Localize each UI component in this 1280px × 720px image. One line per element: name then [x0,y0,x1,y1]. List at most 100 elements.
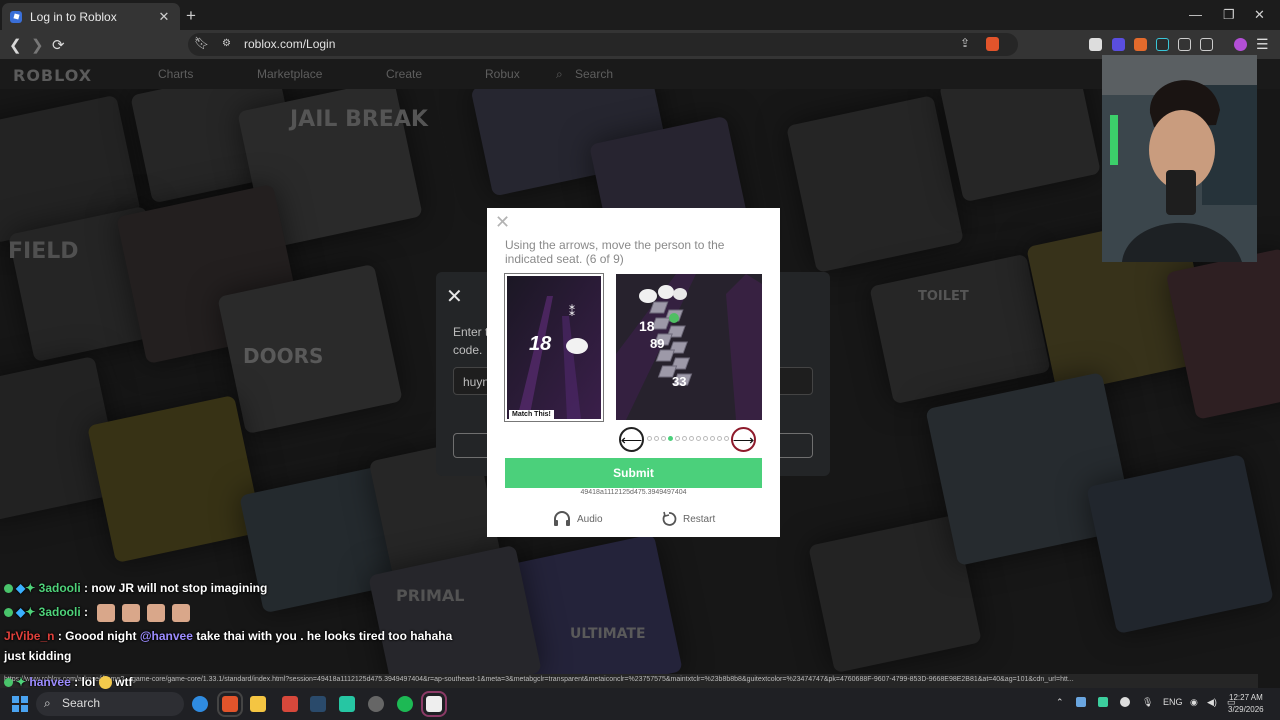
headphones-icon [554,511,570,526]
sparkle-badge-icon: ✦ [25,581,36,595]
chat-username[interactable]: 3adooli [39,605,81,619]
app-icon[interactable] [282,696,298,712]
chat-username[interactable]: 3adooli [39,581,81,595]
profile-icon[interactable] [1234,38,1247,51]
restore-button[interactable]: ❐ [1223,7,1235,23]
restart-icon [662,511,677,526]
restart-button[interactable]: Restart [661,511,715,527]
extension-icon[interactable] [1156,38,1169,51]
emote-icon [122,603,141,622]
chat-message: ✦ hanvee : lol wtf [4,670,132,694]
chat-username[interactable]: JrVibe_n [4,629,54,643]
game-tile [1165,248,1280,420]
taskbar-search[interactable]: ⌕ Search [36,692,184,716]
chat-text: just kidding [4,649,72,663]
edge-icon[interactable] [192,696,208,712]
roblox-icon[interactable] [421,691,447,717]
submit-button[interactable]: Submit [505,458,762,488]
left-arrow-button[interactable]: ⟵ [619,427,644,452]
roblox-logo[interactable]: ROBLOX [13,66,92,85]
url-text[interactable]: roblox.com/Login [244,37,335,51]
extension-icon[interactable] [1112,38,1125,51]
login-instruction-text: code. [453,343,483,357]
wifi-icon[interactable]: ◉ [1190,697,1198,708]
back-icon[interactable]: ❮ [9,36,22,54]
forward-icon[interactable]: ❯ [31,36,44,54]
tray-app-icon[interactable] [1120,697,1130,707]
extensions-puzzle-icon[interactable] [1178,38,1191,51]
chat-username[interactable]: hanvee [29,675,70,689]
clock-time[interactable]: 12:27 AM [1229,693,1263,702]
game-tile [87,394,263,564]
tab-close-button[interactable]: ✕ [156,9,172,25]
microphone-icon[interactable]: 🎙︎ [1142,697,1153,708]
steam-icon[interactable] [310,696,326,712]
browser-tab[interactable]: Log in to Roblox ✕ [2,3,180,30]
file-explorer-icon[interactable] [250,696,266,712]
seat-number-label: 89 [650,336,665,351]
site-info-icon[interactable]: ⚙︎ [222,38,231,49]
reload-icon[interactable]: ⟳ [52,36,65,54]
right-arrow-button[interactable]: ⟶ [731,427,756,452]
minimize-button[interactable]: — [1189,7,1202,22]
nav-marketplace[interactable]: Marketplace [257,67,322,81]
share-icon[interactable]: ⇪ [960,36,970,50]
tray-app-icon[interactable] [1076,697,1086,707]
spotify-icon[interactable] [397,696,413,712]
language-indicator[interactable]: ENG [1163,697,1183,707]
brave-icon[interactable] [217,691,243,717]
progress-dot [668,436,673,441]
emote-icon [147,603,166,622]
start-button-icon[interactable] [12,696,28,712]
game-tile-label: ULTIMATE [570,626,646,642]
nav-search[interactable]: Search [575,67,613,81]
extension-icon[interactable] [1089,38,1102,51]
search-icon[interactable]: ⌕ [556,67,563,82]
reference-scene: ⁑ [507,276,601,419]
progress-dot [703,436,708,441]
seat-number-label: 33 [672,374,687,389]
app-icon[interactable] [339,696,355,712]
chat-mention[interactable]: @hanvee [140,629,193,643]
match-this-label: Match This! [509,410,554,419]
nav-create[interactable]: Create [386,67,422,81]
chat-text: : now JR will not stop imagining [84,581,268,595]
progress-dot [717,436,722,441]
volume-icon[interactable]: ◀) [1207,697,1217,708]
reference-seat-number: 18 [529,333,552,355]
sidebar-icon[interactable] [1200,38,1213,51]
restart-label: Restart [683,513,716,525]
tray-app-icon[interactable] [1098,697,1108,707]
progress-dot [696,436,701,441]
webcam-overlay [1102,55,1257,262]
nav-charts[interactable]: Charts [158,67,193,81]
extension-icon[interactable] [1134,38,1147,51]
bookmark-icon[interactable]: 🔖︎ [194,36,209,50]
audio-button[interactable]: Audio [553,511,603,527]
chat-text: take thai with you . he looks tired too … [192,629,453,643]
menu-icon[interactable]: ☰ [1256,36,1269,53]
window-close-button[interactable]: ✕ [1254,7,1265,23]
login-dialog-close-button[interactable]: ✕ [446,284,463,309]
progress-dot [654,436,659,441]
verified-badge-icon [4,608,13,618]
clock-date[interactable]: 3/29/2026 [1228,705,1264,714]
game-tile [939,89,1101,203]
brave-shields-icon[interactable] [986,37,999,51]
diamond-badge-icon: ◆ [16,581,26,595]
chat-text: : lol [74,675,96,689]
status-url-bar: https://www.roblox.com/arkose/iframe?...… [0,674,1258,688]
tab-title: Log in to Roblox [30,9,117,24]
nav-robux[interactable]: Robux [485,67,520,81]
puzzle-scene [616,274,762,420]
new-tab-button[interactable]: + [186,6,196,26]
emote-icon [172,603,191,622]
streamer-webcam-image [1102,55,1257,262]
app-icon[interactable] [368,696,384,712]
progress-dots [647,436,729,441]
game-tile-label: DOORS [243,344,324,368]
address-bar[interactable]: 🔖︎ ⚙︎ roblox.com/Login ⇪ [188,33,1018,56]
tray-overflow-icon[interactable]: ⌃ [1056,697,1064,708]
stream-chat: ◆✦ 3adooli : now JR will not stop imagin… [4,576,524,664]
captcha-close-button[interactable]: ✕ [495,212,510,233]
